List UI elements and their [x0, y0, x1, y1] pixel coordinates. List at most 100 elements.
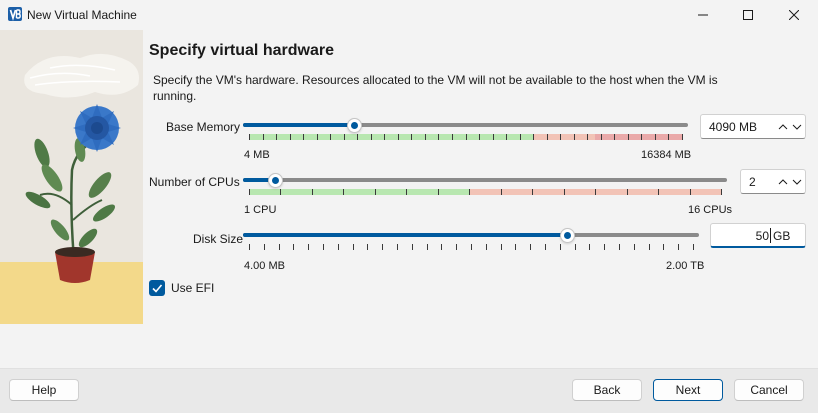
- back-button[interactable]: Back: [572, 379, 642, 401]
- checkmark-icon: [152, 284, 163, 293]
- chevron-down-icon[interactable]: [791, 176, 803, 188]
- slider-tick: [465, 134, 467, 140]
- slider-tick: [451, 134, 453, 140]
- slider-tick: [533, 134, 535, 140]
- slider-thumb[interactable]: [347, 118, 362, 133]
- next-button[interactable]: Next: [653, 379, 723, 401]
- slider-tick: [311, 189, 313, 195]
- window-title: New Virtual Machine: [27, 8, 137, 22]
- slider-tick: [689, 189, 691, 195]
- slider-tick: [530, 244, 532, 250]
- slider-tick: [627, 134, 629, 140]
- base-memory-spinbox[interactable]: 4090 MB: [700, 114, 806, 139]
- slider-tick: [370, 134, 372, 140]
- chevron-up-icon[interactable]: [777, 176, 789, 188]
- slider-tick: [357, 134, 359, 140]
- help-button[interactable]: Help: [9, 379, 79, 401]
- use-efi-checkbox[interactable]: [149, 280, 165, 296]
- slider-tick: [471, 244, 472, 250]
- cpus-slider[interactable]: [243, 173, 727, 197]
- slider-tick: [519, 134, 521, 140]
- cpus-min-label: 1 CPU: [244, 204, 277, 216]
- minimize-icon: [698, 14, 708, 16]
- slider-tick: [682, 134, 683, 140]
- disk-size-label: Disk Size: [193, 232, 244, 246]
- slider-tick: [322, 244, 324, 250]
- slider-tick: [600, 134, 602, 140]
- slider-tick: [438, 134, 440, 140]
- base-memory-slider[interactable]: [243, 118, 688, 142]
- slider-tick: [614, 134, 616, 140]
- slider-tick: [515, 244, 517, 250]
- slider-tick: [374, 189, 376, 195]
- slider-tick: [367, 244, 369, 250]
- slider-tick: [384, 134, 386, 140]
- chevron-up-icon[interactable]: [777, 121, 789, 133]
- slider-tick: [633, 244, 635, 250]
- slider-ticks: [249, 187, 722, 197]
- slider-tick: [604, 244, 606, 250]
- slider-tick: [560, 134, 562, 140]
- slider-tick: [678, 244, 680, 250]
- slider-tick: [506, 134, 508, 140]
- cancel-button[interactable]: Cancel: [734, 379, 804, 401]
- slider-tick: [693, 244, 694, 250]
- slider-tick: [343, 189, 345, 195]
- disk-size-value: 50: [755, 229, 769, 243]
- slider-tick: [411, 134, 413, 140]
- slider-tick: [289, 134, 291, 140]
- page-title: Specify virtual hardware: [149, 42, 334, 59]
- slider-tick: [626, 189, 628, 195]
- slider-tick: [587, 134, 589, 140]
- disk-size-unit: GB: [773, 229, 791, 243]
- disk-size-slider[interactable]: [243, 228, 699, 252]
- wizard-illustration: [0, 30, 143, 324]
- title-bar: New Virtual Machine: [0, 0, 818, 30]
- slider-tick: [721, 189, 722, 195]
- slider-tick: [249, 189, 250, 195]
- slider-tick: [426, 244, 428, 250]
- slider-tick: [249, 244, 250, 250]
- slider-tick: [663, 244, 665, 250]
- minimize-button[interactable]: [680, 0, 726, 30]
- slider-fill: [243, 233, 567, 237]
- slider-tick: [532, 189, 534, 195]
- slider-track: [243, 178, 727, 182]
- slider-tick: [424, 134, 426, 140]
- text-caret: [770, 228, 771, 243]
- slider-tick: [308, 244, 310, 250]
- slider-tick: [654, 134, 656, 140]
- slider-tick: [456, 244, 458, 250]
- use-efi-label[interactable]: Use EFI: [171, 281, 214, 295]
- chevron-down-icon[interactable]: [791, 121, 803, 133]
- disk-size-input[interactable]: 50 GB: [710, 223, 806, 248]
- slider-tick: [278, 244, 280, 250]
- base-memory-min-label: 4 MB: [244, 149, 270, 161]
- cpus-label: Number of CPUs: [149, 175, 240, 189]
- page-description: Specify the VM's hardware. Resources all…: [153, 73, 718, 103]
- base-memory-max-label: 16384 MB: [641, 149, 692, 161]
- slider-tick: [492, 134, 494, 140]
- slider-tick: [352, 244, 354, 250]
- slider-tick: [337, 244, 339, 250]
- slider-thumb[interactable]: [559, 228, 575, 243]
- maximize-button[interactable]: [725, 0, 771, 30]
- cpus-spinbox[interactable]: 2: [740, 169, 806, 194]
- slider-tick: [303, 134, 305, 140]
- slider-tick: [406, 189, 408, 195]
- slider-tick: [441, 244, 443, 250]
- slider-ticks: [249, 242, 694, 252]
- slider-tick: [411, 244, 413, 250]
- close-button[interactable]: [771, 0, 817, 30]
- slider-tick: [559, 244, 561, 250]
- close-icon: [789, 10, 799, 20]
- cpus-max-label: 16 CPUs: [688, 204, 733, 216]
- slider-tick: [479, 134, 481, 140]
- slider-tick: [500, 244, 502, 250]
- slider-ticks: [249, 132, 683, 142]
- slider-tick: [544, 244, 546, 250]
- slider-thumb[interactable]: [268, 173, 284, 188]
- slider-tick: [437, 189, 439, 195]
- slider-tick: [293, 244, 295, 250]
- slider-tick: [668, 134, 670, 140]
